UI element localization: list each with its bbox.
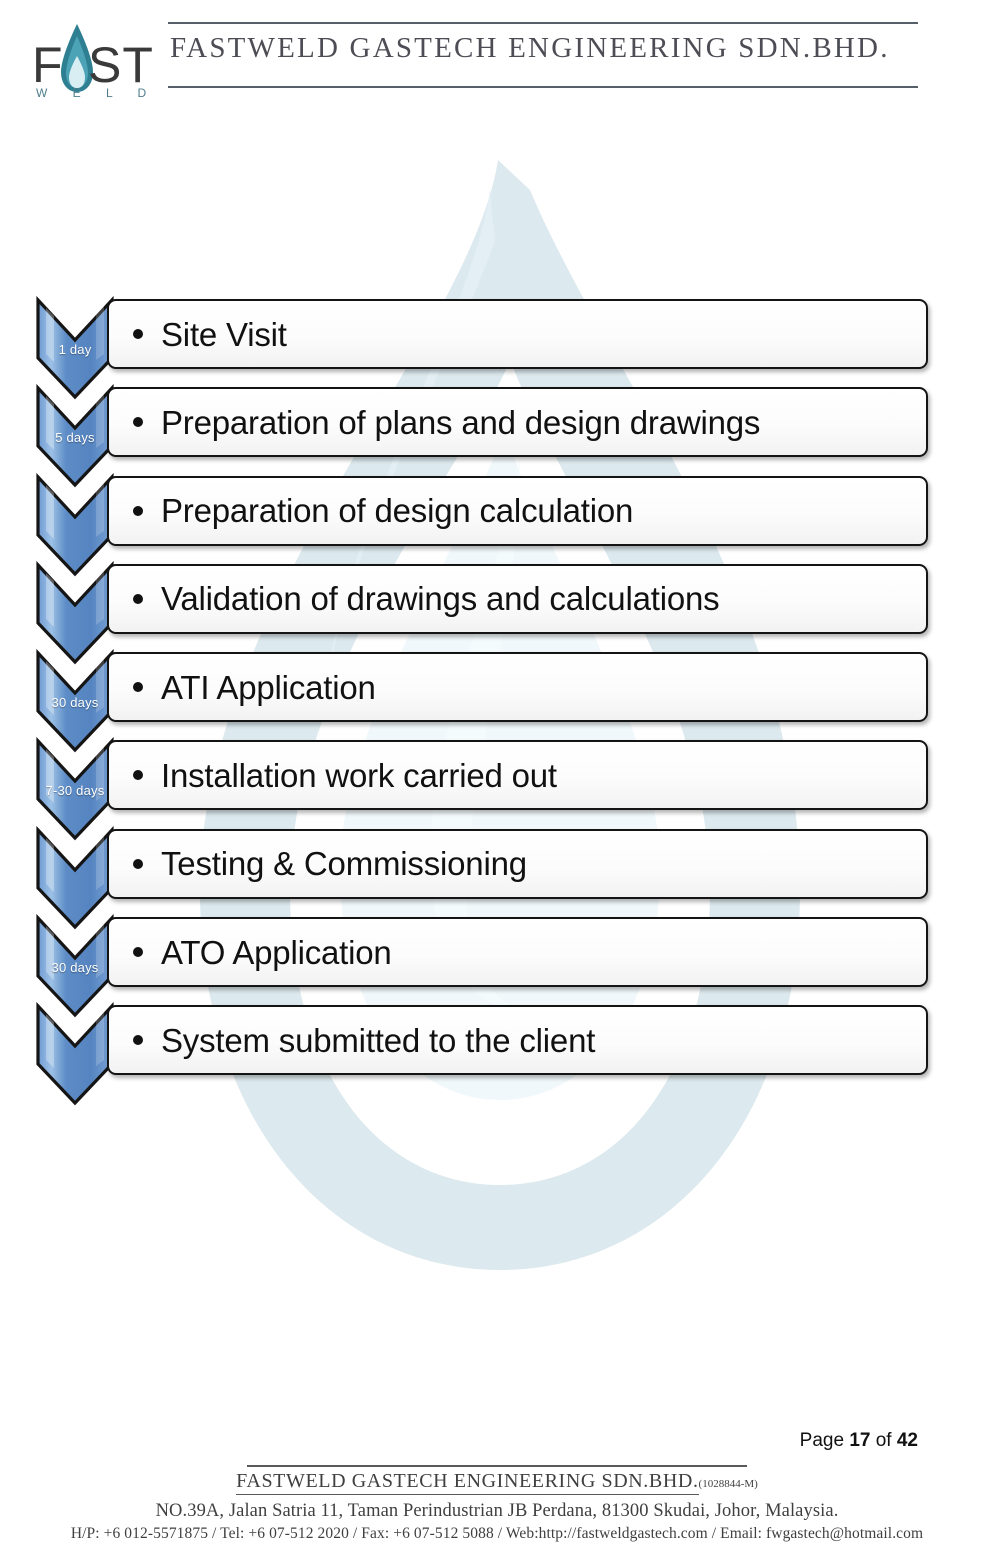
process-step-box[interactable]: System submitted to the client bbox=[107, 1005, 928, 1076]
page-header: F ST W E L D FASTWELD GASTECH ENGINEERIN… bbox=[0, 0, 994, 110]
footer-address: NO.39A, Jalan Satria 11, Taman Perindust… bbox=[155, 1501, 839, 1521]
process-step-box[interactable]: ATO Application bbox=[107, 917, 928, 988]
process-step-row: 30 days ATI Application bbox=[0, 649, 994, 753]
logo-subtext-weld: W E L D bbox=[36, 86, 158, 100]
process-step-label: Preparation of design calculation bbox=[161, 492, 634, 530]
process-step-label: System submitted to the client bbox=[161, 1021, 596, 1059]
company-logo: F ST W E L D bbox=[30, 14, 170, 102]
page-number-current: 17 bbox=[849, 1430, 871, 1451]
process-step-row: 1 day Site Visit bbox=[0, 295, 994, 400]
process-step-row: 7-30 days Installation work carried out bbox=[0, 737, 994, 841]
bullet-icon bbox=[133, 682, 143, 693]
process-step-row: System submitted to the client bbox=[0, 1002, 994, 1106]
process-step-row: Validation of drawings and calculations bbox=[0, 560, 994, 665]
page-number-middle: of bbox=[870, 1430, 897, 1451]
process-flow-list: 1 day Site Visit 5 days Preparation of plan… bbox=[0, 295, 994, 1106]
bullet-icon bbox=[133, 770, 143, 781]
header-rule-top bbox=[168, 22, 918, 24]
bullet-icon bbox=[133, 329, 143, 339]
process-step-box[interactable]: ATI Application bbox=[107, 652, 928, 723]
page-footer: FASTWELD GASTECH ENGINEERING SDN.BHD.(10… bbox=[0, 1465, 994, 1543]
process-step-box[interactable]: Preparation of design calculation bbox=[107, 475, 928, 546]
step-duration-label: 1 day bbox=[58, 342, 92, 357]
footer-rule bbox=[247, 1465, 747, 1467]
step-duration-label: 5 days bbox=[55, 430, 95, 446]
footer-company-line: FASTWELD GASTECH ENGINEERING SDN.BHD.(10… bbox=[0, 1470, 994, 1495]
process-step-row: Preparation of design calculation bbox=[0, 472, 994, 576]
page-number: Page 17 of 42 bbox=[800, 1430, 918, 1452]
process-step-row: 30 days ATO Application bbox=[0, 913, 994, 1018]
step-duration-chevron[interactable] bbox=[34, 1002, 116, 1107]
process-step-label: ATO Application bbox=[161, 933, 392, 971]
process-step-box[interactable]: Site Visit bbox=[107, 299, 928, 369]
process-step-label: Installation work carried out bbox=[161, 756, 557, 794]
chevron-down-icon bbox=[36, 1002, 114, 1106]
process-step-label: Validation of drawings and calculations bbox=[161, 580, 720, 618]
bullet-icon bbox=[133, 417, 143, 428]
process-step-label: Testing & Commissioning bbox=[161, 845, 527, 883]
process-step-label: Preparation of plans and design drawings bbox=[161, 403, 761, 441]
bullet-icon bbox=[133, 947, 143, 958]
header-rule-bottom bbox=[168, 86, 918, 88]
step-duration-label: 7-30 days bbox=[45, 783, 105, 799]
bullet-icon bbox=[133, 593, 143, 604]
process-step-box[interactable]: Validation of drawings and calculations bbox=[107, 563, 928, 634]
process-step-box[interactable]: Testing & Commissioning bbox=[107, 828, 928, 899]
page-number-total: 42 bbox=[896, 1430, 918, 1451]
document-page: F ST W E L D FASTWELD GASTECH ENGINEERIN… bbox=[0, 0, 994, 1551]
bullet-icon bbox=[133, 858, 143, 869]
footer-contact: H/P: +6 012-5571875 / Tel: +6 07-512 202… bbox=[70, 1525, 924, 1542]
footer-company-name: FASTWELD GASTECH ENGINEERING SDN.BHD. bbox=[236, 1470, 699, 1495]
process-step-box[interactable]: Installation work carried out bbox=[107, 740, 928, 811]
process-step-label: Site Visit bbox=[161, 315, 287, 353]
step-duration-label: 30 days bbox=[51, 695, 99, 711]
header-title-block: FASTWELD GASTECH ENGINEERING SDN.BHD. bbox=[168, 22, 918, 88]
process-step-row: Testing & Commissioning bbox=[0, 825, 994, 930]
logo-letters-st: ST bbox=[88, 37, 154, 93]
step-duration-label: 30 days bbox=[51, 960, 99, 976]
footer-registration-number: (1028844-M) bbox=[698, 1478, 758, 1490]
page-number-prefix: Page bbox=[799, 1430, 850, 1451]
bullet-icon bbox=[133, 505, 143, 516]
process-step-row: 5 days Preparation of plans and design dr… bbox=[0, 384, 994, 488]
process-step-label: ATI Application bbox=[161, 668, 376, 706]
bullet-icon bbox=[133, 1035, 143, 1046]
process-step-box[interactable]: Preparation of plans and design drawings bbox=[107, 387, 928, 458]
header-company-name: FASTWELD GASTECH ENGINEERING SDN.BHD. bbox=[170, 32, 890, 64]
